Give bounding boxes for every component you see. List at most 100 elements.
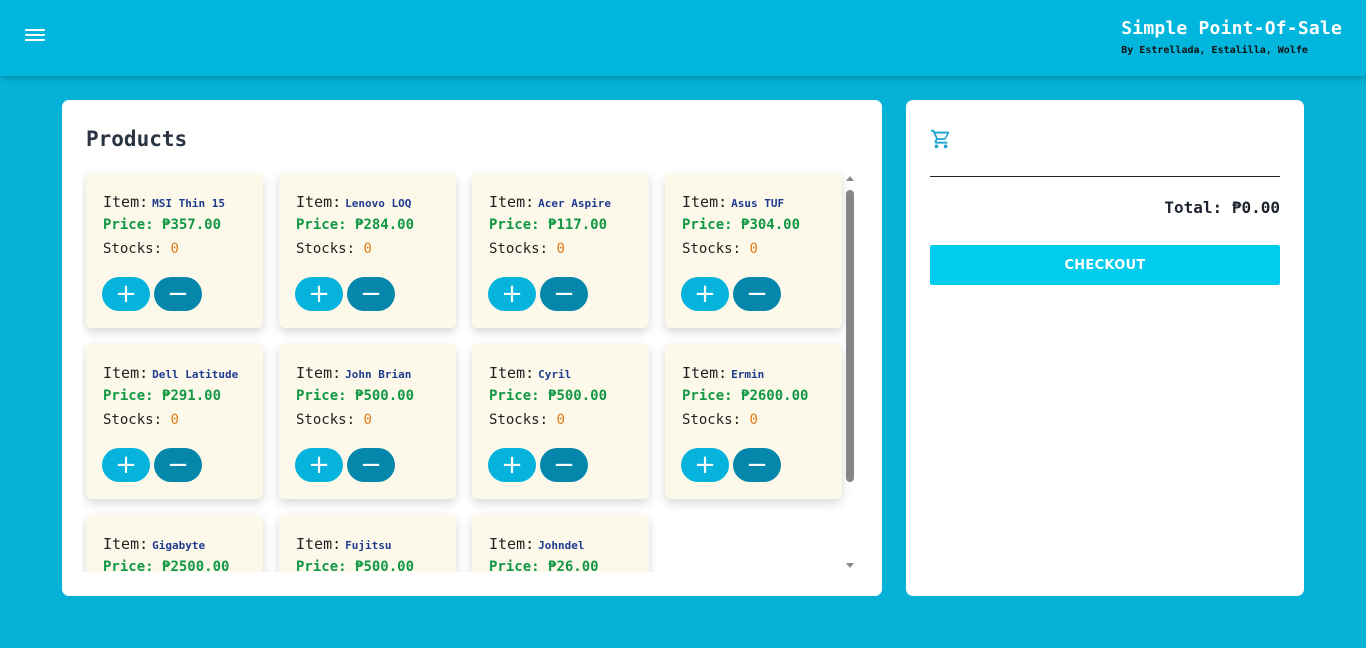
quantity-controls: + − (102, 277, 202, 311)
product-stocks: 0 (363, 241, 372, 257)
product-price: ₱291.00 (162, 388, 222, 404)
item-row: Item: Asus TUF (682, 193, 842, 217)
product-card: Item: Acer Aspire Price: ₱117.00 Stocks: 0 +… (472, 173, 649, 328)
price-label: Price: (489, 388, 540, 404)
checkout-button[interactable]: CHECKOUT (930, 245, 1280, 285)
add-button[interactable]: + (102, 277, 150, 311)
stocks-label: Stocks: (103, 412, 163, 428)
app-subtitle: By Estrellada, Estalilla, Wolfe (1121, 45, 1308, 56)
price-label: Price: (489, 559, 540, 572)
hamburger-menu-icon[interactable] (24, 26, 46, 46)
scroll-up-arrow-icon[interactable] (846, 176, 854, 181)
product-price: ₱26.00 (548, 559, 599, 572)
product-card: Item:FujitsuPrice: ₱500.00Stocks: 0+− (279, 515, 456, 572)
product-name: Asus TUF (731, 197, 785, 210)
item-label: Item: (296, 193, 342, 211)
stocks-row: Stocks: 0 (103, 412, 263, 436)
products-heading: Products (86, 127, 188, 151)
remove-button[interactable]: − (347, 277, 395, 311)
remove-button[interactable]: − (733, 277, 781, 311)
item-row: Item: Ermin (682, 364, 842, 388)
add-button[interactable]: + (102, 448, 150, 482)
item-row: Item: Dell Latitude (103, 364, 263, 388)
item-label: Item: (296, 535, 342, 553)
price-label: Price: (103, 388, 154, 404)
cart-divider (930, 176, 1280, 177)
add-button[interactable]: + (295, 277, 343, 311)
stocks-row: Stocks: 0 (682, 241, 842, 265)
price-row: Price: ₱500.00 (296, 559, 456, 572)
product-card: Item:JohndelPrice: ₱26.00Stocks: 0+− (472, 515, 649, 572)
product-name: Lenovo LOQ (345, 197, 412, 210)
products-scrollbar[interactable] (845, 176, 855, 568)
top-app-bar: Simple Point-Of-Sale By Estrellada, Esta… (0, 0, 1366, 76)
item-label: Item: (489, 535, 535, 553)
quantity-controls: + − (488, 277, 588, 311)
price-row: Price: ₱2600.00 (682, 388, 842, 412)
scroll-thumb[interactable] (846, 190, 854, 482)
product-card: Item: Dell Latitude Price: ₱291.00 Stocks: … (86, 344, 263, 499)
product-name: Dell Latitude (152, 368, 239, 381)
item-label: Item: (682, 364, 728, 382)
product-stocks: 0 (749, 241, 758, 257)
remove-button[interactable]: − (154, 277, 202, 311)
price-row: Price: ₱117.00 (489, 217, 649, 241)
item-row: Item: John Brian (296, 364, 456, 388)
price-row: Price: ₱304.00 (682, 217, 842, 241)
add-button[interactable]: + (295, 448, 343, 482)
price-label: Price: (296, 559, 347, 572)
product-stocks: 0 (749, 412, 758, 428)
item-label: Item: (489, 193, 535, 211)
remove-button[interactable]: − (540, 448, 588, 482)
product-price: ₱117.00 (548, 217, 608, 233)
quantity-controls: + − (488, 448, 588, 482)
item-row: Item: Gigabyte (103, 535, 263, 559)
item-label: Item: (682, 193, 728, 211)
stocks-label: Stocks: (296, 241, 356, 257)
product-price: ₱357.00 (162, 217, 222, 233)
product-stocks: 0 (170, 412, 179, 428)
product-card: Item: John Brian Price: ₱500.00 Stocks: 0 + − (279, 344, 456, 499)
item-row: Item: Johndel (489, 535, 649, 559)
quantity-controls: + − (295, 277, 395, 311)
product-price: ₱2500.00 (162, 559, 230, 572)
price-row: Price: ₱500.00 (489, 388, 649, 412)
price-row: Price: ₱500.00 (296, 388, 456, 412)
total-label: Total: (1164, 198, 1223, 217)
product-card: Item: Cyril Price: ₱500.00 Stocks: 0 + − (472, 344, 649, 499)
pos-app: Simple Point-Of-Sale By Estrellada, Esta… (0, 0, 1366, 648)
product-card: Item: Ermin Price: ₱2600.00 Stocks: 0 + − (665, 344, 842, 499)
product-price: ₱500.00 (355, 388, 415, 404)
cart-total: Total: ₱0.00 (1164, 198, 1280, 217)
remove-button[interactable]: − (733, 448, 781, 482)
add-button[interactable]: + (681, 277, 729, 311)
stocks-label: Stocks: (103, 241, 163, 257)
quantity-controls: + − (102, 448, 202, 482)
product-name: Ermin (731, 368, 765, 381)
item-row: Item: Fujitsu (296, 535, 456, 559)
shopping-cart-icon (930, 129, 950, 149)
brand: Simple Point-Of-Sale By Estrellada, Esta… (1121, 18, 1342, 56)
product-card: Item: MSI Thin 15 Price: ₱357.00 Stocks: 0 +… (86, 173, 263, 328)
product-name: MSI Thin 15 (152, 197, 226, 210)
item-label: Item: (489, 364, 535, 382)
price-label: Price: (296, 388, 347, 404)
add-button[interactable]: + (488, 277, 536, 311)
quantity-controls: + − (681, 448, 781, 482)
stocks-label: Stocks: (682, 241, 742, 257)
item-row: Item: Acer Aspire (489, 193, 649, 217)
add-button[interactable]: + (488, 448, 536, 482)
stocks-row: Stocks: 0 (296, 241, 456, 265)
product-stocks: 0 (556, 241, 565, 257)
price-label: Price: (682, 217, 733, 233)
add-button[interactable]: + (681, 448, 729, 482)
quantity-controls: + − (295, 448, 395, 482)
remove-button[interactable]: − (347, 448, 395, 482)
product-price: ₱284.00 (355, 217, 415, 233)
scroll-down-arrow-icon[interactable] (846, 563, 854, 568)
products-scroll-area[interactable]: Item: MSI Thin 15 Price: ₱357.00 Stocks: 0 +… (82, 170, 858, 572)
remove-button[interactable]: − (154, 448, 202, 482)
remove-button[interactable]: − (540, 277, 588, 311)
product-price: ₱304.00 (741, 217, 801, 233)
quantity-controls: + − (681, 277, 781, 311)
